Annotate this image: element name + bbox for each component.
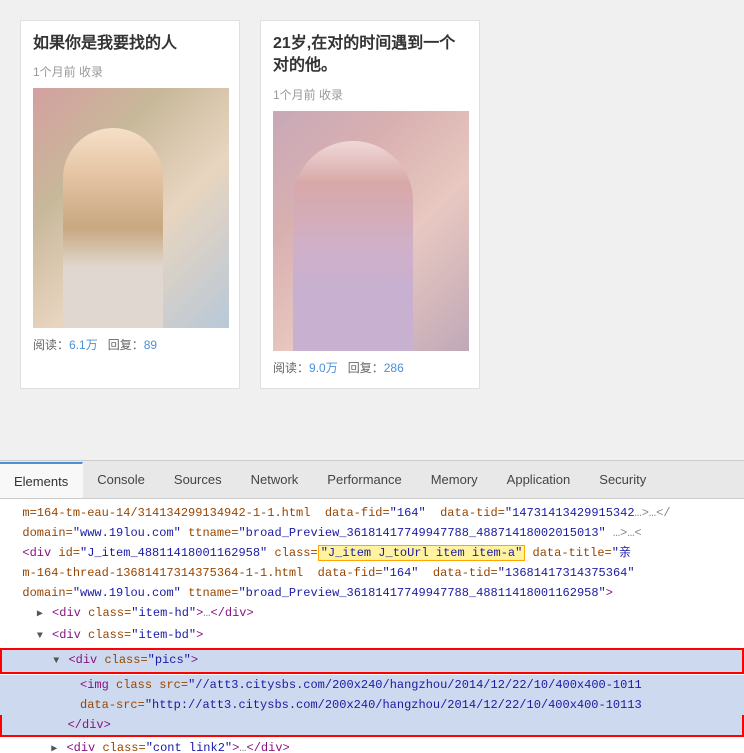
tab-application-label: Application: [507, 472, 571, 487]
tab-memory-label: Memory: [431, 472, 478, 487]
tab-sources-label: Sources: [174, 472, 222, 487]
code-line-9: <img class src="//att3.citysbs.com/200x2…: [0, 675, 744, 695]
code-line-5: domain="www.19lou.com" ttname="broad_Pre…: [0, 583, 744, 603]
card-2-title: 21岁,在对的时间遇到一个对的他。: [273, 33, 467, 78]
tab-security[interactable]: Security: [585, 461, 661, 498]
tab-elements[interactable]: Elements: [0, 462, 83, 498]
card-2[interactable]: 21岁,在对的时间遇到一个对的他。 1个月前 收录 阅读：9.0万 回复：286: [260, 20, 480, 389]
code-line-6: <div class="item-hd">…</div>: [0, 603, 744, 625]
code-line-2: domain="www.19lou.com" ttname="broad_Pre…: [0, 523, 744, 543]
card-1-title: 如果你是我要找的人: [33, 33, 227, 55]
card-1[interactable]: 如果你是我要找的人 1个月前 收录 阅读：6.1万 回复：89: [20, 20, 240, 389]
tab-performance-label: Performance: [327, 472, 401, 487]
devtools-panel: Elements Console Sources Network Perform…: [0, 460, 744, 753]
card-2-image: [273, 111, 469, 351]
code-line-10: data-src="http://att3.citysbs.com/200x24…: [0, 695, 744, 715]
tab-application[interactable]: Application: [493, 461, 586, 498]
tab-security-label: Security: [599, 472, 646, 487]
card-1-reply-label: 回复：: [108, 338, 144, 352]
code-line-3: <div id="J_item_48811418001162958" class…: [0, 543, 744, 563]
page-content: 如果你是我要找的人 1个月前 收录 阅读：6.1万 回复：89 21岁,在对的时…: [0, 0, 744, 460]
code-line-12: <div class="cont link2">…</div>: [0, 738, 744, 753]
card-2-stats: 阅读：9.0万 回复：286: [273, 359, 467, 376]
code-line-7: <div class="item-bd">: [0, 625, 744, 647]
card-2-reply-label: 回复：: [348, 361, 384, 375]
devtools-code-view[interactable]: m=164-tm-eau-14/314134299134942-1-1.html…: [0, 499, 744, 753]
code-line-4: m-164-thread-13681417314375364-1-1.html …: [0, 563, 744, 583]
card-1-read-num: 6.1万: [69, 338, 98, 352]
card-1-read-label: 阅读：: [33, 338, 69, 352]
tab-memory[interactable]: Memory: [417, 461, 493, 498]
card-2-read-num: 9.0万: [309, 361, 338, 375]
devtools-tab-bar: Elements Console Sources Network Perform…: [0, 461, 744, 499]
code-line-11: </div>: [0, 715, 744, 737]
tab-performance[interactable]: Performance: [313, 461, 416, 498]
card-2-read-label: 阅读：: [273, 361, 309, 375]
tab-elements-label: Elements: [14, 474, 68, 489]
card-1-reply-num: 89: [144, 338, 157, 352]
tab-sources[interactable]: Sources: [160, 461, 237, 498]
card-1-image: [33, 88, 229, 328]
code-lines: m=164-tm-eau-14/314134299134942-1-1.html…: [0, 499, 744, 753]
tab-network-label: Network: [251, 472, 299, 487]
cards-list: 如果你是我要找的人 1个月前 收录 阅读：6.1万 回复：89 21岁,在对的时…: [20, 10, 724, 399]
card-2-meta: 1个月前 收录: [273, 86, 467, 103]
code-line-8: <div class="pics">: [0, 648, 744, 674]
code-line-1: m=164-tm-eau-14/314134299134942-1-1.html…: [0, 503, 744, 523]
tab-network[interactable]: Network: [237, 461, 314, 498]
card-2-reply-num: 286: [384, 361, 404, 375]
card-1-meta: 1个月前 收录: [33, 63, 227, 80]
card-1-stats: 阅读：6.1万 回复：89: [33, 336, 227, 353]
tab-console[interactable]: Console: [83, 461, 160, 498]
tab-console-label: Console: [97, 472, 145, 487]
